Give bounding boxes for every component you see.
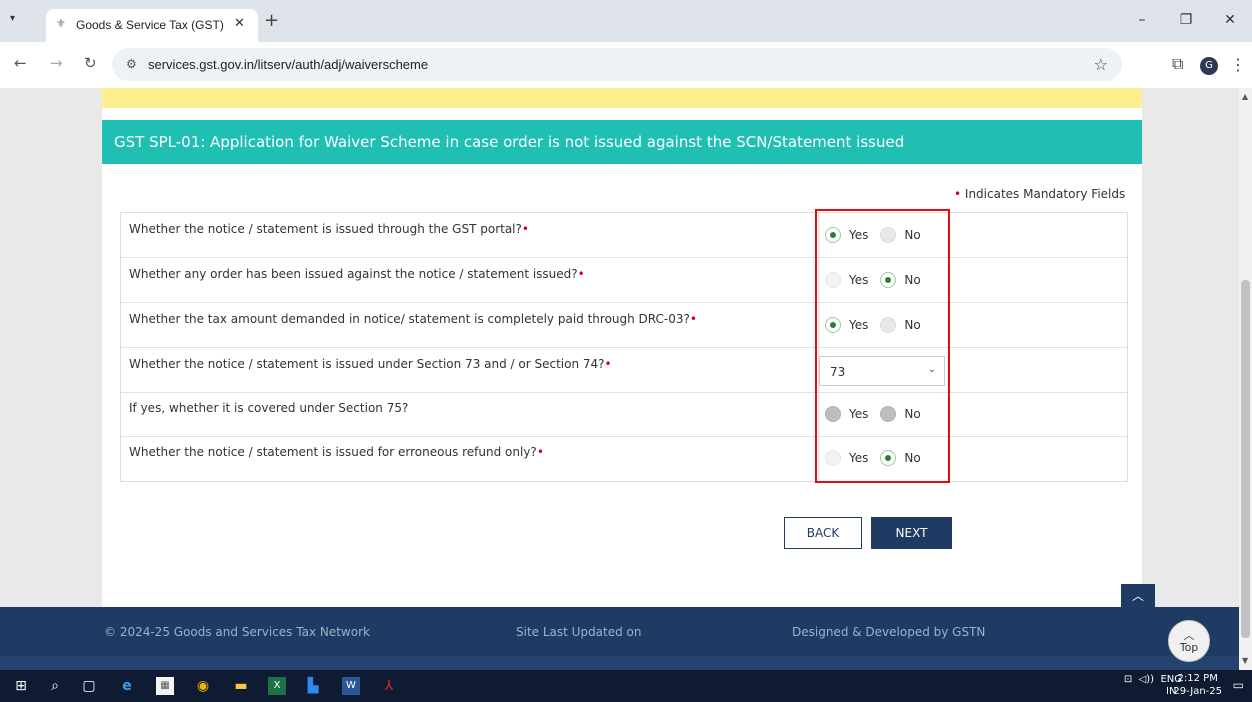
file-explorer-icon[interactable]: ▬ — [232, 677, 250, 695]
word-icon[interactable]: W — [342, 677, 360, 695]
scrollbar-thumb[interactable] — [1241, 280, 1250, 638]
mandatory-note: • Indicates Mandatory Fields — [954, 187, 1125, 201]
tab-search-icon[interactable]: ▾ — [10, 13, 15, 24]
question-row: Whether the tax amount demanded in notic… — [121, 303, 1127, 348]
scroll-up-icon[interactable]: ▲ — [1242, 92, 1248, 101]
question-label: Whether the tax amount demanded in notic… — [129, 312, 697, 326]
mandatory-note-text: Indicates Mandatory Fields — [964, 187, 1126, 201]
highlight-box — [815, 209, 950, 483]
volume-icon[interactable]: ◁)) — [1139, 674, 1155, 685]
footer-copyright: © 2024-25 Goods and Services Tax Network — [104, 625, 370, 639]
new-tab-icon[interactable]: + — [264, 10, 279, 31]
browser-tab[interactable]: ⚜ Goods & Service Tax (GST) | Use ✕ — [46, 9, 258, 42]
browser-tab-strip: ▾ ⚜ Goods & Service Tax (GST) | Use ✕ + … — [0, 0, 1252, 42]
browser-toolbar: ← → ↻ ⚙ services.gst.gov.in/litserv/auth… — [0, 42, 1252, 89]
notification-icon[interactable]: ▭ — [1233, 678, 1244, 692]
app-icon[interactable]: ▙ — [304, 677, 322, 695]
question-label: Whether the notice / statement is issued… — [129, 222, 529, 236]
question-row: Whether any order has been issued agains… — [121, 258, 1127, 303]
network-icon[interactable]: ⊡ — [1124, 674, 1132, 685]
scroll-down-icon[interactable]: ▼ — [1242, 656, 1248, 665]
extensions-icon[interactable]: ⧉ — [1172, 54, 1183, 74]
reload-icon[interactable]: ↻ — [84, 54, 97, 72]
next-button[interactable]: NEXT — [871, 517, 952, 549]
windows-start-icon[interactable]: ⊞ — [12, 677, 30, 695]
clock-time: 2:12 PM — [1177, 673, 1218, 684]
site-info-icon[interactable]: ⚙ — [126, 57, 137, 71]
profile-avatar[interactable]: G — [1200, 57, 1218, 75]
tab-title: Goods & Service Tax (GST) | Use — [76, 18, 226, 32]
question-row: If yes, whether it is covered under Sect… — [121, 392, 1127, 437]
gst-emblem-icon: ⚜ — [56, 17, 66, 30]
address-bar[interactable]: ⚙ services.gst.gov.in/litserv/auth/adj/w… — [112, 48, 1122, 81]
question-label: Whether the notice / statement is issued… — [129, 357, 612, 371]
footer-updated: Site Last Updated on — [516, 625, 642, 639]
calculator-icon[interactable]: ▦ — [156, 677, 174, 695]
windows-taskbar: ⊞ ⌕ ▢ e ▦ ◉ ▬ X ▙ W ⅄ ⊡ ◁)) ENG IN 2:12 … — [0, 670, 1252, 702]
footer-designed: Designed & Developed by GSTN — [792, 625, 986, 639]
scroll-top-button[interactable]: ︿ Top — [1168, 620, 1210, 662]
footer-strip — [0, 656, 1239, 670]
browser-menu-icon[interactable]: ⋮ — [1230, 55, 1246, 74]
page-viewport: GST SPL-01: Application for Waiver Schem… — [0, 88, 1239, 670]
question-label: Whether any order has been issued agains… — [129, 267, 585, 281]
task-view-icon[interactable]: ▢ — [80, 677, 98, 695]
question-label: Whether the notice / statement is issued… — [129, 445, 544, 459]
question-label: If yes, whether it is covered under Sect… — [129, 401, 409, 415]
question-row: Whether the notice / statement is issued… — [121, 213, 1127, 258]
site-footer: © 2024-25 Goods and Services Tax Network… — [0, 607, 1239, 670]
questions-table: Whether the notice / statement is issued… — [120, 212, 1128, 482]
system-clock[interactable]: 2:12 PM 29-Jan-25 — [1173, 672, 1222, 698]
notice-bar — [102, 88, 1142, 108]
close-tab-icon[interactable]: ✕ — [234, 16, 245, 31]
clock-date: 29-Jan-25 — [1173, 686, 1222, 697]
pdf-reader-icon[interactable]: ⅄ — [380, 677, 398, 695]
bookmark-star-icon[interactable]: ☆ — [1094, 55, 1108, 74]
close-window-icon[interactable]: ✕ — [1208, 0, 1252, 40]
required-marker: • — [954, 187, 962, 201]
excel-icon[interactable]: X — [268, 677, 286, 695]
search-icon[interactable]: ⌕ — [46, 677, 64, 695]
back-arrow-icon[interactable]: ← — [14, 54, 27, 72]
minimize-icon[interactable]: – — [1120, 0, 1164, 40]
edge-browser-icon[interactable]: e — [118, 677, 136, 695]
question-row: Whether the notice / statement is issued… — [121, 348, 1127, 393]
form-title: GST SPL-01: Application for Waiver Schem… — [114, 133, 905, 151]
chrome-icon[interactable]: ◉ — [194, 677, 212, 695]
top-label: Top — [1179, 641, 1199, 654]
form-header: GST SPL-01: Application for Waiver Schem… — [102, 120, 1142, 164]
restore-icon[interactable]: ❐ — [1164, 0, 1208, 40]
window-controls: – ❐ ✕ — [1120, 0, 1252, 42]
back-button[interactable]: BACK — [784, 517, 862, 549]
forward-arrow-icon[interactable]: → — [50, 54, 63, 72]
url-text[interactable]: services.gst.gov.in/litserv/auth/adj/wai… — [148, 57, 428, 72]
footer-toggle-icon[interactable]: ︿ — [1121, 584, 1155, 608]
question-row: Whether the notice / statement is issued… — [121, 436, 1127, 480]
